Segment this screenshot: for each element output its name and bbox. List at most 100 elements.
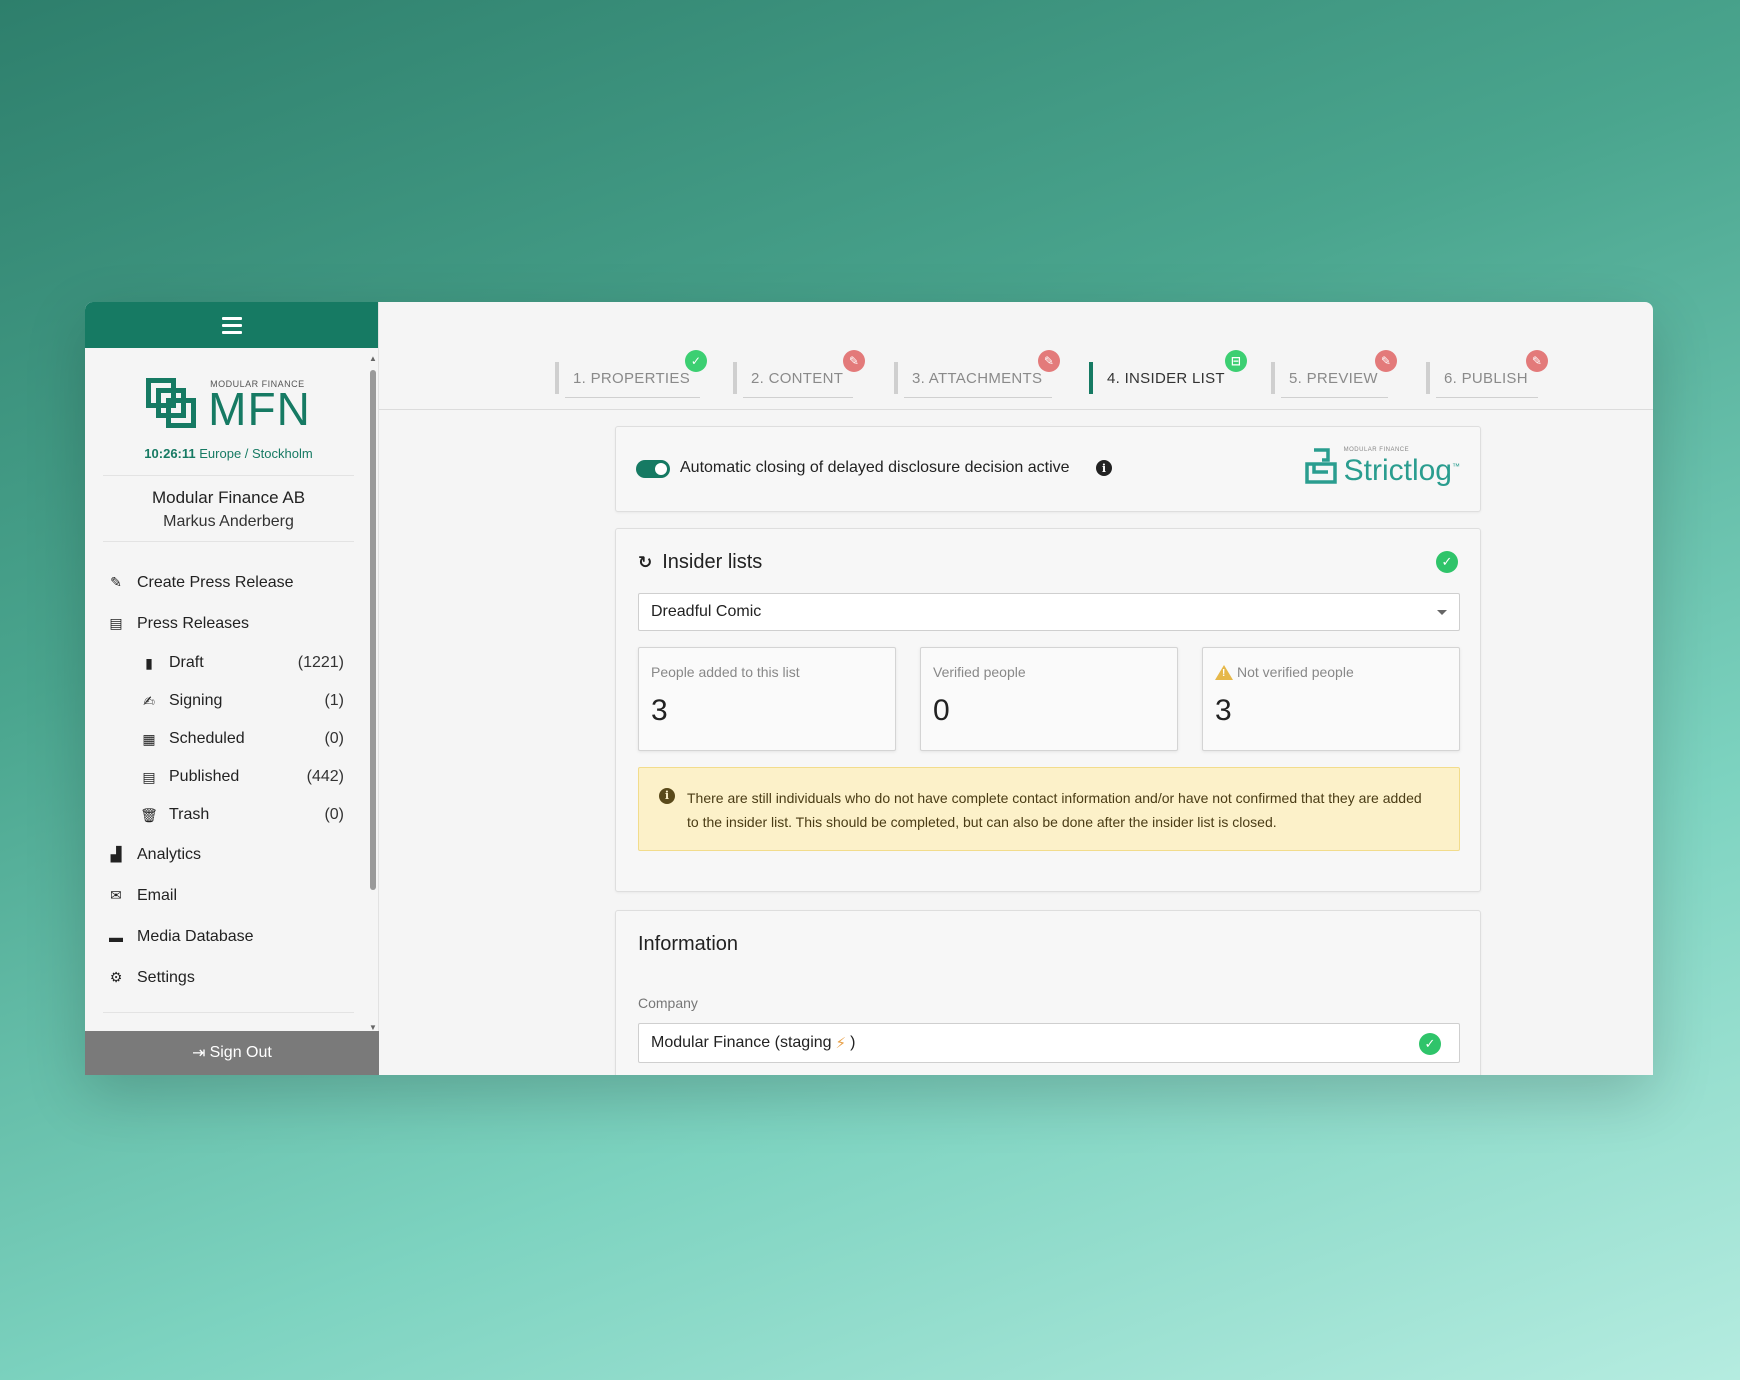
newspaper-icon: ▤: [109, 615, 123, 631]
stat-value: 3: [651, 694, 668, 727]
strictlog-icon: ⊟: [1225, 350, 1247, 372]
clock-time: 10:26:11: [144, 446, 196, 461]
step-properties[interactable]: 1. PROPERTIES ✓: [555, 350, 707, 398]
check-icon: ✓: [1419, 1033, 1441, 1055]
step-attachments[interactable]: 3. ATTACHMENTS ✎: [894, 350, 1060, 398]
company-value-suffix: ): [850, 1034, 856, 1051]
edit-icon: ✎: [1526, 350, 1548, 372]
gear-icon: ⚙: [109, 969, 123, 985]
step-preview[interactable]: 5. PREVIEW ✎: [1271, 350, 1397, 398]
scroll-up-arrow-icon[interactable]: ▲: [369, 354, 377, 363]
step-insider-list[interactable]: 4. INSIDER LIST ⊟: [1089, 350, 1247, 394]
bar-chart-icon: ▟: [110, 846, 122, 862]
auto-close-label: Automatic closing of delayed disclosure …: [680, 459, 1070, 476]
info-icon[interactable]: i: [1096, 460, 1112, 476]
information-card: Information Company Modular Finance (sta…: [615, 910, 1481, 1075]
strictlog-title: Strictlog: [1343, 454, 1452, 487]
sidebar-item-email[interactable]: ✉ Email: [85, 875, 378, 916]
company-value: Modular Finance (staging: [651, 1034, 832, 1051]
sidebar-item-label: Settings: [137, 968, 195, 986]
stat-verified-people: Verified people 0: [920, 647, 1178, 751]
pencil-icon: ✎: [110, 574, 122, 590]
sidebar-item-signing[interactable]: ✍ Signing (1): [85, 682, 378, 720]
clock: 10:26:11 Europe / Stockholm: [103, 446, 354, 461]
strictlog-logo-icon: [1304, 448, 1337, 484]
stat-label: Not verified people: [1237, 664, 1354, 680]
step-label: 6. PUBLISH: [1444, 369, 1528, 387]
trademark: ™: [1452, 462, 1460, 471]
sign-out-icon: ⇥: [192, 1045, 206, 1062]
sign-out-label: Sign Out: [209, 1044, 272, 1061]
logo-title: MFN: [208, 383, 311, 435]
stat-value: 3: [1215, 694, 1232, 727]
step-label: 5. PREVIEW: [1289, 369, 1378, 387]
sidebar-item-count: (0): [324, 730, 344, 747]
sidebar-item-scheduled[interactable]: ▦ Scheduled (0): [85, 720, 378, 758]
sidebar-item-trash[interactable]: 🗑 Trash (0): [85, 796, 378, 834]
chevron-down-icon: [1437, 610, 1447, 615]
sign-out-button[interactable]: ⇥ Sign Out: [85, 1031, 379, 1075]
insider-list-select[interactable]: Dreadful Comic: [638, 593, 1460, 631]
selected-list: Dreadful Comic: [651, 603, 762, 620]
lightning-icon: ⚡: [835, 1035, 847, 1052]
main-content: 1. PROPERTIES ✓ 2. CONTENT ✎ 3. ATTACHME…: [379, 302, 1653, 1075]
step-content[interactable]: 2. CONTENT ✎: [733, 350, 865, 398]
disclosure-card: Automatic closing of delayed disclosure …: [615, 426, 1481, 512]
sidebar-item-draft[interactable]: ▮ Draft (1221): [85, 644, 378, 682]
warning-alert: i There are still individuals who do not…: [638, 767, 1460, 851]
sidebar-nav: ✎ Create Press Release ▤ Press Releases …: [85, 562, 378, 1013]
sidebar-item-label: Trash: [169, 806, 210, 823]
stat-label: People added to this list: [651, 664, 800, 680]
sidebar-scrollbar[interactable]: ▲ ▼: [369, 354, 377, 1032]
alert-text: There are still individuals who do not h…: [687, 790, 1422, 830]
sidebar-item-published[interactable]: ▤ Published (442): [85, 758, 378, 796]
strictlog-logo: MODULAR FINANCE Strictlog™: [1304, 447, 1460, 487]
sidebar-item-press-releases[interactable]: ▤ Press Releases: [85, 603, 378, 644]
sidebar-item-create-press-release[interactable]: ✎ Create Press Release: [85, 562, 378, 603]
sidebar-item-label: Signing: [169, 692, 223, 709]
sidebar-item-count: (1221): [297, 654, 344, 671]
newspaper-icon: ▤: [142, 768, 156, 785]
insider-lists-title: Insider lists: [662, 551, 763, 573]
warning-icon: !: [1215, 664, 1233, 680]
sidebar-item-label: Press Releases: [137, 614, 250, 632]
file-icon: ▮: [145, 654, 153, 671]
check-icon: ✓: [1436, 551, 1458, 573]
trash-icon: 🗑: [140, 806, 158, 823]
stat-people-added: People added to this list 3: [638, 647, 896, 751]
sidebar-item-label: Create Press Release: [137, 573, 294, 591]
sidebar-item-media-database[interactable]: ▬ Media Database: [85, 916, 378, 957]
company-field[interactable]: Modular Finance (staging ⚡ ) ✓: [638, 1023, 1460, 1063]
sidebar-item-count: (442): [306, 768, 344, 785]
hamburger-menu-icon[interactable]: [221, 316, 242, 334]
edit-icon: ✎: [1038, 350, 1060, 372]
sidebar-item-label: Media Database: [137, 927, 254, 945]
sidebar-item-label: Analytics: [137, 845, 202, 863]
info-icon: i: [659, 788, 675, 804]
scrollbar-thumb[interactable]: [370, 370, 376, 890]
divider: [103, 1012, 354, 1013]
insider-lists-heading: ↻ Insider lists: [638, 551, 762, 574]
sidebar-item-count: (1): [324, 692, 344, 709]
stat-not-verified-people: ! Not verified people 3: [1202, 647, 1460, 751]
auto-close-toggle[interactable]: [636, 460, 670, 478]
step-label: 2. CONTENT: [751, 369, 844, 387]
calendar-icon: ▦: [142, 730, 156, 747]
step-publish[interactable]: 6. PUBLISH ✎: [1426, 350, 1548, 398]
sidebar-item-label: Draft: [169, 654, 204, 671]
sidebar-item-analytics[interactable]: ▟ Analytics: [85, 834, 378, 875]
step-label: 3. ATTACHMENTS: [912, 369, 1043, 387]
step-label: 1. PROPERTIES: [573, 369, 690, 387]
stat-label: Verified people: [933, 664, 1026, 680]
clock-zone: Europe / Stockholm: [199, 446, 313, 461]
sidebar-item-label: Scheduled: [169, 730, 245, 747]
sidebar-header: [85, 302, 378, 348]
sidebar-item-label: Email: [137, 886, 178, 904]
mfn-logo-icon: [146, 378, 200, 430]
app-window: ▲ ▼ MODULAR FINANCE MFN 10:26:11 Europe …: [85, 302, 1653, 1075]
refresh-icon[interactable]: ↻: [638, 553, 652, 573]
wizard-steps: 1. PROPERTIES ✓ 2. CONTENT ✎ 3. ATTACHME…: [379, 350, 1653, 410]
envelope-icon: ✉: [110, 887, 122, 903]
sidebar-item-settings[interactable]: ⚙ Settings: [85, 957, 378, 998]
sidebar: ▲ ▼ MODULAR FINANCE MFN 10:26:11 Europe …: [85, 302, 379, 1075]
